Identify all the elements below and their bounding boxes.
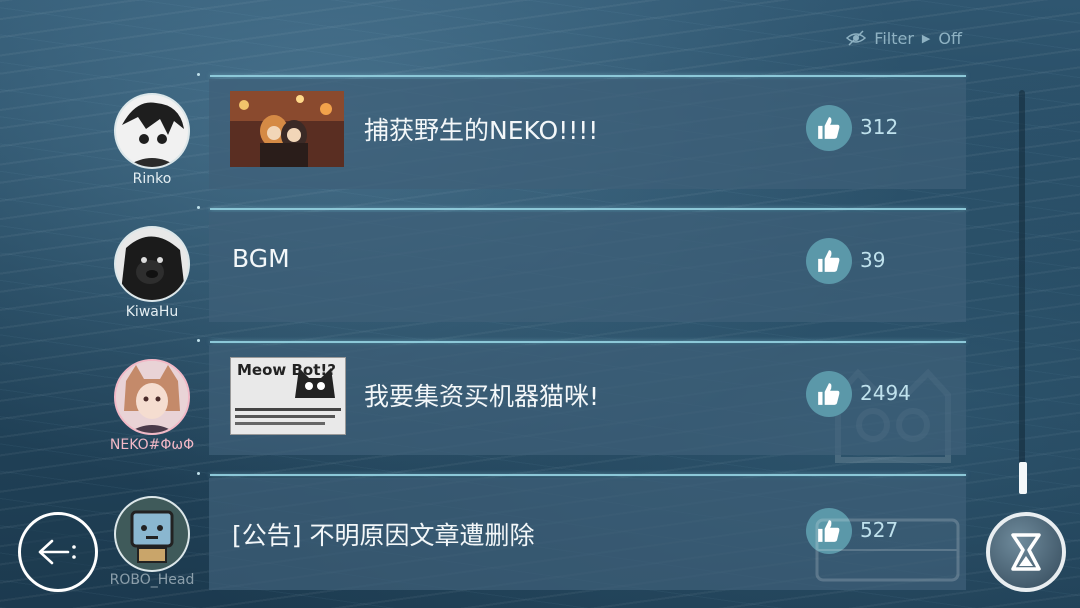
like-button[interactable] <box>806 105 852 151</box>
eye-slash-icon <box>846 30 867 46</box>
post-thumbnail <box>230 91 344 167</box>
post-title[interactable]: BGM <box>232 244 290 273</box>
post-title[interactable]: 我要集资买机器猫咪! <box>364 377 599 413</box>
post-row[interactable]: Rinko 捕获野生的NEKO!!!! 312 <box>0 73 1000 193</box>
post-title[interactable]: 捕获野生的NEKO!!!! <box>364 111 598 147</box>
row-marker <box>197 472 200 475</box>
author-name: NEKO#ΦωΦ <box>109 437 195 453</box>
thumbs-up-icon <box>818 383 840 405</box>
row-divider <box>210 208 966 210</box>
cat-head-icon <box>295 368 335 398</box>
caret-right-icon: ▶ <box>921 31 931 45</box>
post-thumbnail: Meow Bot!? <box>230 357 346 435</box>
like-button[interactable] <box>806 371 852 417</box>
post-title[interactable]: [公告] 不明原因文章遭删除 <box>232 516 534 552</box>
thumbs-up-icon <box>818 117 840 139</box>
avatar[interactable] <box>114 226 190 302</box>
row-marker <box>197 73 200 76</box>
row-marker <box>197 206 200 209</box>
row-marker <box>197 339 200 342</box>
scrollbar-track[interactable] <box>1019 90 1025 494</box>
post-row[interactable]: NEKO#ΦωΦ Meow Bot!? 我要集资买机器猫咪! 2494 <box>0 339 1000 459</box>
back-arrow-icon <box>38 539 76 565</box>
author-name: KiwaHu <box>125 304 179 320</box>
filter-label: Filter <box>874 28 914 48</box>
filter-toggle[interactable]: Filter ▶ Off <box>846 26 962 50</box>
avatar[interactable] <box>114 496 190 572</box>
like-button[interactable] <box>806 238 852 284</box>
post-panel[interactable] <box>209 212 966 322</box>
decorative-box <box>815 518 960 582</box>
avatar[interactable] <box>114 93 190 169</box>
author-name: Rinko <box>132 171 172 187</box>
row-divider <box>210 75 966 77</box>
hourglass-logo-icon <box>1011 533 1041 571</box>
avatar[interactable] <box>114 359 190 435</box>
thumbs-up-icon <box>818 250 840 272</box>
author-name: ROBO_Head <box>109 572 195 588</box>
like-count: 2494 <box>860 381 911 405</box>
filter-value: Off <box>938 28 962 48</box>
back-button[interactable] <box>18 512 98 592</box>
row-divider <box>210 474 966 476</box>
like-count: 312 <box>860 115 899 139</box>
post-row[interactable]: KiwaHu BGM 39 <box>0 206 1000 326</box>
like-count: 39 <box>860 248 886 272</box>
menu-button[interactable] <box>986 512 1066 592</box>
scrollbar-thumb[interactable] <box>1019 462 1027 494</box>
row-divider <box>210 341 966 343</box>
